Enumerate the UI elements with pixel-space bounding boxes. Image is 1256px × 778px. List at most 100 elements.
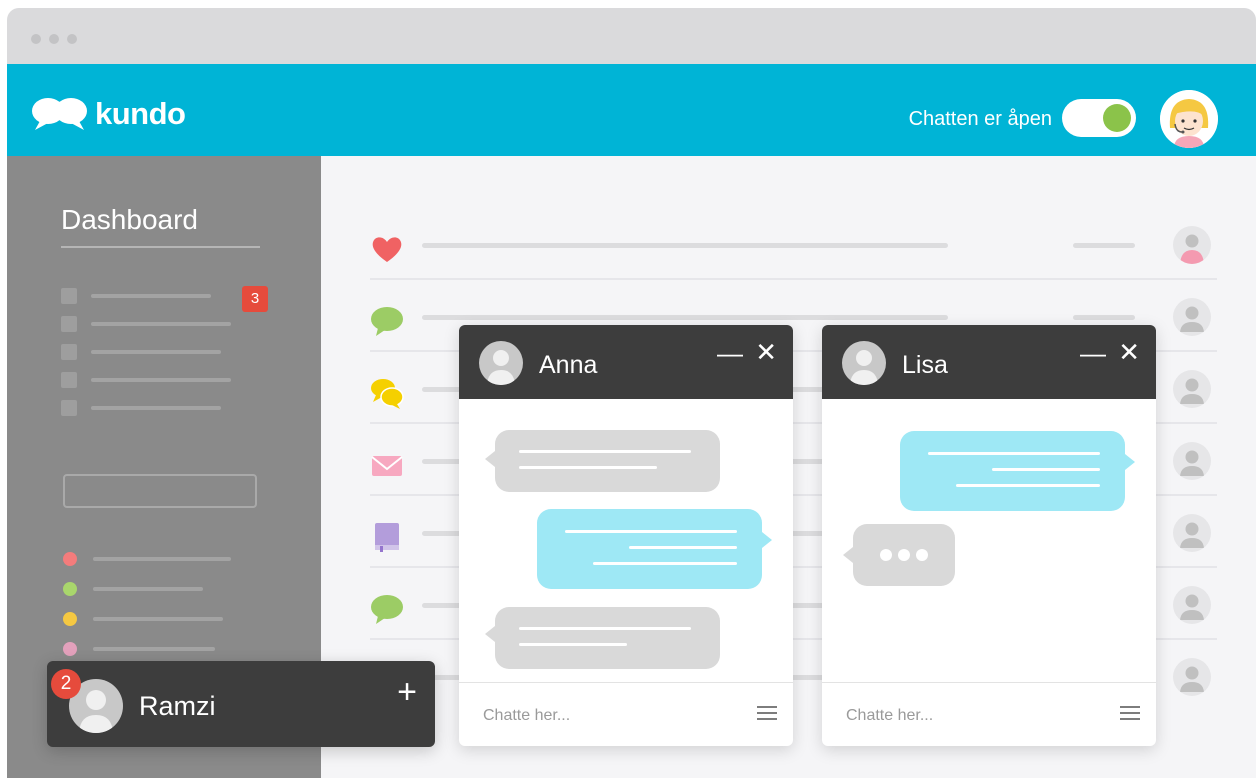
bubble-tail [843, 547, 853, 563]
outgoing-message [900, 431, 1125, 511]
window-control-dot[interactable] [31, 34, 41, 44]
status-dot-text-line [93, 617, 223, 621]
menu-icon[interactable] [1120, 703, 1140, 723]
female-avatar-icon [1180, 234, 1204, 264]
contact-name: Anna [539, 351, 598, 379]
sidebar-item-text-line [91, 406, 221, 410]
plus-icon[interactable]: + [397, 675, 417, 709]
status-dot [63, 552, 77, 566]
user-avatar-icon [1180, 378, 1204, 404]
chat-header[interactable]: Lisa — ✕ [822, 325, 1156, 399]
book-icon [375, 523, 399, 552]
typing-indicator [853, 524, 955, 586]
bubble-tail [762, 532, 772, 548]
chat-open-toggle[interactable] [1062, 99, 1136, 137]
row-title-line [422, 243, 948, 248]
bubble-tail [485, 626, 495, 642]
user-avatar-icon [1180, 666, 1204, 692]
speech-bubbles-icon [371, 379, 404, 409]
window-control-dot[interactable] [67, 34, 77, 44]
logo-text: kundo [95, 96, 186, 131]
status-dot [63, 582, 77, 596]
message-text-line [928, 452, 1100, 455]
chat-window-anna[interactable]: Anna — ✕ Chatte her... [459, 325, 793, 746]
top-bar: kundo Chatten er åpen [7, 64, 1256, 156]
minimize-icon[interactable]: — [717, 340, 743, 366]
agent-avatar[interactable] [1160, 90, 1218, 148]
customer-avatar [1173, 586, 1211, 624]
logo-bubbles-icon [32, 98, 87, 130]
chat-input-bar[interactable]: Chatte her... [822, 682, 1156, 746]
list-item[interactable] [370, 208, 1217, 280]
row-title-line [422, 315, 948, 320]
message-text-line [565, 530, 737, 533]
outgoing-message [537, 509, 762, 589]
user-avatar-icon [1180, 450, 1204, 476]
close-icon[interactable]: ✕ [1118, 339, 1140, 365]
chat-status-label: Chatten er åpen [908, 108, 1052, 130]
bubble-tail [1125, 454, 1135, 470]
customer-avatar [1173, 442, 1211, 480]
envelope-icon [371, 456, 403, 476]
typing-dots-icon [880, 549, 928, 561]
user-avatar-icon [487, 350, 515, 385]
message-text-line [519, 450, 691, 453]
incoming-message [495, 607, 720, 669]
sidebar-item[interactable] [61, 316, 301, 332]
user-avatar-icon [1180, 522, 1204, 548]
sidebar-item-text-line [91, 378, 231, 382]
user-avatar-icon [1180, 594, 1204, 620]
customer-avatar [1173, 298, 1211, 336]
sidebar-title-divider [61, 246, 260, 248]
sidebar-item-square-icon [61, 400, 77, 416]
chat-input-bar[interactable]: Chatte her... [459, 682, 793, 746]
message-text-line [519, 643, 627, 646]
message-text-line [519, 466, 657, 469]
app-window: kundo Chatten er åpen Dashboard 3 Anna —… [7, 8, 1256, 778]
window-control-dot[interactable] [49, 34, 59, 44]
customer-avatar [1173, 370, 1211, 408]
status-dot-text-line [93, 587, 203, 591]
sidebar-count-badge: 3 [242, 286, 268, 312]
status-dot [63, 642, 77, 656]
toggle-knob [1103, 104, 1131, 132]
status-dot-text-line [93, 647, 215, 651]
sidebar-item-text-line [91, 350, 221, 354]
status-dot [63, 612, 77, 626]
close-icon[interactable]: ✕ [755, 339, 777, 365]
contact-name: Ramzi [139, 691, 216, 721]
sidebar-item-square-icon [61, 344, 77, 360]
customer-avatar [1173, 226, 1211, 264]
user-avatar-icon [850, 350, 878, 385]
chat-header[interactable]: Anna — ✕ [459, 325, 793, 399]
sidebar-item-square-icon [61, 288, 77, 304]
menu-bar [757, 706, 777, 708]
sidebar-item[interactable] [61, 344, 301, 360]
speech-bubble-icon [371, 307, 403, 336]
sidebar-item[interactable] [61, 400, 301, 416]
status-dot-text-line [93, 557, 231, 561]
sidebar-item-square-icon [61, 372, 77, 388]
chat-window-lisa[interactable]: Lisa — ✕ Chatte her... [822, 325, 1156, 746]
chat-input-placeholder[interactable]: Chatte her... [846, 707, 933, 725]
chat-input-placeholder[interactable]: Chatte her... [483, 707, 570, 725]
row-meta-line [1073, 243, 1135, 248]
customer-avatar [1173, 514, 1211, 552]
message-text-line [519, 627, 691, 630]
sidebar-item-text-line [91, 322, 231, 326]
customer-avatar [1173, 658, 1211, 696]
contact-avatar [842, 341, 886, 385]
kundo-logo[interactable]: kundo [31, 96, 186, 132]
menu-bar [1120, 718, 1140, 720]
menu-icon[interactable] [757, 703, 777, 723]
minimized-chat-ramzi[interactable]: 2 Ramzi + [47, 661, 435, 747]
window-titlebar [7, 8, 1256, 64]
sidebar-item-text-line [91, 294, 211, 298]
speech-bubble-icon [371, 595, 403, 624]
sidebar-item[interactable] [61, 372, 301, 388]
sidebar-search-input[interactable] [63, 474, 257, 508]
row-meta-line [1073, 315, 1135, 320]
minimize-icon[interactable]: — [1080, 340, 1106, 366]
agent-avatar-icon [1160, 90, 1218, 148]
message-text-line [593, 562, 737, 565]
